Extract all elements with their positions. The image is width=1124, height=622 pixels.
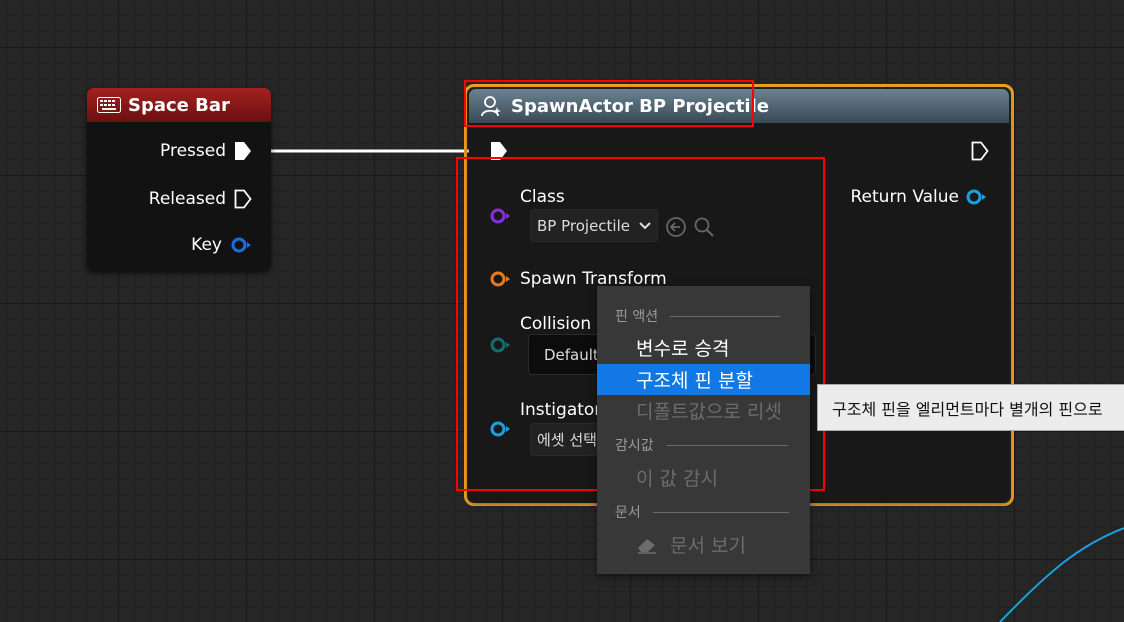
pressed-pin-label: Pressed bbox=[160, 141, 226, 161]
menu-divider bbox=[670, 315, 781, 317]
menu-section-pin-actions-label: 핀 액션 bbox=[615, 309, 659, 325]
menu-section-docs-label: 문서 bbox=[615, 505, 641, 521]
data-pin-icon[interactable] bbox=[230, 237, 252, 253]
menu-section-docs: 문서 bbox=[615, 502, 789, 522]
split-struct-pin-item[interactable]: 구조체 핀 분할 bbox=[597, 364, 810, 395]
watch-this-value-item[interactable]: 이 값 감시 bbox=[597, 462, 810, 493]
view-documentation-item[interactable]: 문서 보기 bbox=[597, 529, 810, 560]
data-pin-icon[interactable] bbox=[965, 189, 987, 205]
pin-context-menu: 핀 액션 변수로 승격 구조체 핀 분할 디폴트값으로 리셋 감시값 이 값 감… bbox=[597, 286, 810, 574]
menu-divider bbox=[665, 444, 788, 446]
key-pin-label: Key bbox=[191, 235, 222, 255]
data-wire bbox=[999, 527, 1124, 622]
watch-this-value-label: 이 값 감시 bbox=[636, 468, 718, 490]
split-struct-pin-tooltip: 구조체 핀을 엘리먼트마다 별개의 핀으로 bbox=[817, 384, 1124, 431]
promote-to-variable-label: 변수로 승격 bbox=[636, 338, 730, 360]
promote-to-variable-item[interactable]: 변수로 승격 bbox=[597, 332, 810, 363]
reset-to-default-item[interactable]: 디폴트값으로 리셋 bbox=[597, 395, 810, 426]
tooltip-text: 구조체 핀을 엘리먼트마다 별개의 핀으로 bbox=[832, 399, 1103, 419]
key-pin-row[interactable]: Key bbox=[191, 235, 252, 255]
released-pin-label: Released bbox=[148, 189, 226, 209]
space-bar-node-title: Space Bar bbox=[128, 94, 230, 116]
keyboard-icon bbox=[97, 97, 121, 113]
exec-pin-icon[interactable] bbox=[234, 189, 252, 209]
released-pin-row[interactable]: Released bbox=[149, 189, 252, 209]
exec-pin-icon[interactable] bbox=[234, 141, 252, 161]
reset-to-default-label: 디폴트값으로 리셋 bbox=[636, 401, 782, 423]
eraser-icon bbox=[638, 538, 656, 554]
return-value-label: Return Value bbox=[850, 187, 960, 207]
menu-section-watch-label: 감시값 bbox=[615, 438, 654, 454]
return-value-pin-row[interactable]: Return Value bbox=[851, 187, 988, 207]
view-documentation-label: 문서 보기 bbox=[670, 535, 746, 557]
split-struct-pin-label: 구조체 핀 분할 bbox=[636, 370, 753, 392]
menu-section-pin-actions: 핀 액션 bbox=[615, 306, 781, 326]
menu-divider bbox=[652, 511, 789, 513]
header-highlight-box bbox=[464, 80, 754, 127]
space-bar-node-header[interactable]: Space Bar bbox=[87, 88, 271, 122]
exec-out-pin-icon[interactable] bbox=[971, 141, 989, 161]
menu-section-watch: 감시값 bbox=[615, 435, 788, 455]
pressed-pin-row[interactable]: Pressed bbox=[160, 141, 252, 161]
